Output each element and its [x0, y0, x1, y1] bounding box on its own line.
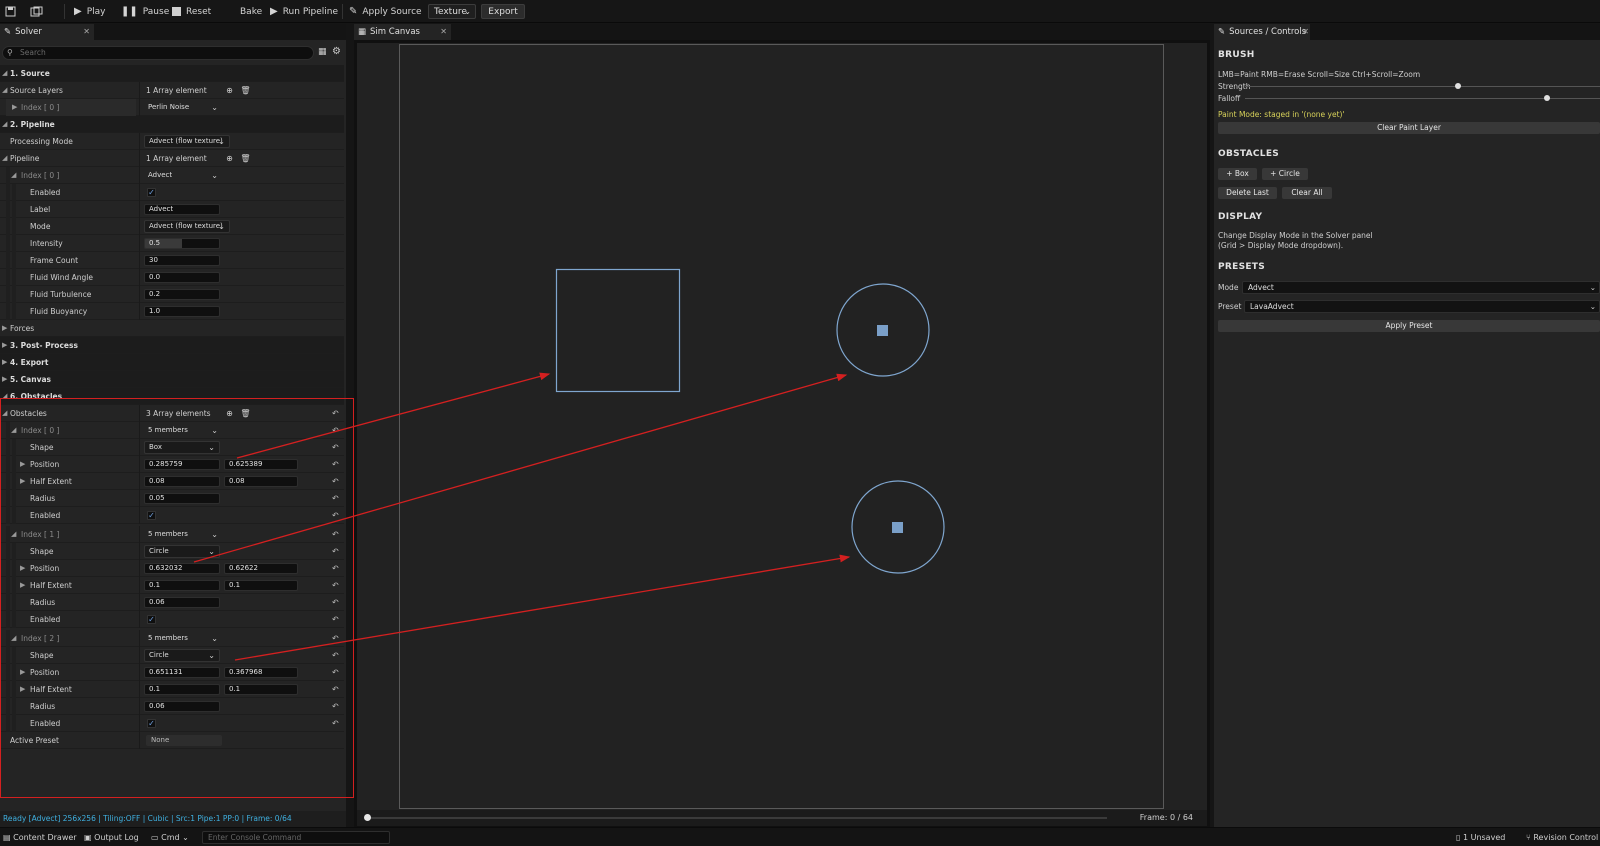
chevron-down-icon: ⌄ [1589, 283, 1596, 292]
preset-mode-dropdown[interactable]: Advect ⌄ [1242, 281, 1600, 294]
tab-sources-label: Sources / Controls [1229, 27, 1307, 37]
cmd-dropdown[interactable]: ▭ Cmd ⌄ [151, 828, 189, 846]
brush-heading: BRUSH [1218, 50, 1255, 60]
timeline-track[interactable] [367, 817, 1107, 819]
strength-slider-track[interactable] [1245, 86, 1600, 87]
annotation-arrow-1 [236, 372, 551, 459]
close-icon[interactable]: ✕ [1302, 27, 1309, 36]
cmd-label: Cmd [161, 833, 180, 842]
chevron-down-icon: ⌄ [1589, 302, 1596, 311]
presets-heading: PRESETS [1218, 262, 1266, 272]
branch-icon: ⑂ [1526, 833, 1531, 842]
falloff-slider-knob[interactable] [1543, 95, 1550, 101]
terminal-icon: ▭ [151, 833, 159, 842]
obstacle-box[interactable] [555, 268, 681, 393]
brush-help-text: LMB=Paint RMB=Erase Scroll=Size Ctrl+Scr… [1218, 70, 1421, 79]
drawer-icon: ▤ [3, 833, 11, 842]
pencil-icon: ✎ [1218, 27, 1226, 37]
chevron-down-icon: ⌄ [182, 833, 189, 842]
output-log-button[interactable]: ▣ Output Log [84, 828, 139, 846]
unsaved-label: 1 Unsaved [1462, 833, 1506, 842]
annotation-arrow-2 [193, 373, 848, 563]
console-command-input[interactable]: Enter Console Command [202, 831, 390, 844]
add-box-button[interactable]: + Box [1218, 168, 1257, 180]
content-drawer-button[interactable]: ▤ Content Drawer [3, 828, 77, 846]
preset-dropdown[interactable]: LavaAdvect ⌄ [1244, 300, 1600, 313]
preset-label: Preset [1218, 302, 1242, 311]
display-help-line2: (Grid > Display Mode dropdown). [1218, 241, 1344, 250]
log-icon: ▣ [84, 833, 92, 842]
preset-value: LavaAdvect [1250, 302, 1294, 311]
controls-tabbar: ✎ Sources / Controls ✕ [1214, 24, 1600, 40]
bottom-bar: ▤ Content Drawer ▣ Output Log ▭ Cmd ⌄ En… [0, 827, 1600, 846]
frame-counter: Frame: 0 / 64 [1139, 813, 1193, 822]
console-placeholder: Enter Console Command [208, 833, 302, 842]
annotation-arrow-3 [234, 554, 851, 661]
obstacle-marker-2[interactable] [892, 522, 903, 533]
strength-slider-knob[interactable] [1455, 83, 1461, 89]
timeline-bar: Frame: 0 / 64 [357, 810, 1207, 826]
clear-paint-layer-button[interactable]: Clear Paint Layer [1218, 122, 1600, 134]
display-heading: DISPLAY [1218, 212, 1263, 222]
preset-mode-label: Mode [1218, 283, 1239, 292]
preset-mode-value: Advect [1248, 283, 1274, 292]
content-drawer-label: Content Drawer [13, 833, 77, 842]
paint-mode-text: Paint Mode: staged in '(none yet)' [1218, 110, 1345, 119]
timeline-handle[interactable] [364, 814, 371, 821]
output-log-label: Output Log [94, 833, 139, 842]
tab-sources-controls[interactable]: ✎ Sources / Controls ✕ [1214, 24, 1310, 40]
clear-all-button[interactable]: Clear All [1282, 187, 1332, 199]
revision-control-button[interactable]: ⑂ Revision Control [1526, 828, 1598, 846]
delete-last-button[interactable]: Delete Last [1218, 187, 1277, 199]
revision-control-label: Revision Control [1533, 833, 1599, 842]
obstacles-heading: OBSTACLES [1218, 149, 1280, 159]
file-icon: ▯ [1456, 833, 1461, 842]
add-circle-button[interactable]: + Circle [1262, 168, 1308, 180]
obstacle-marker-1[interactable] [877, 325, 888, 336]
apply-preset-button[interactable]: Apply Preset [1218, 320, 1600, 332]
display-help-line1: Change Display Mode in the Solver panel [1218, 231, 1373, 240]
falloff-label: Falloff [1218, 94, 1241, 103]
unsaved-button[interactable]: ▯ 1 Unsaved [1456, 828, 1505, 846]
